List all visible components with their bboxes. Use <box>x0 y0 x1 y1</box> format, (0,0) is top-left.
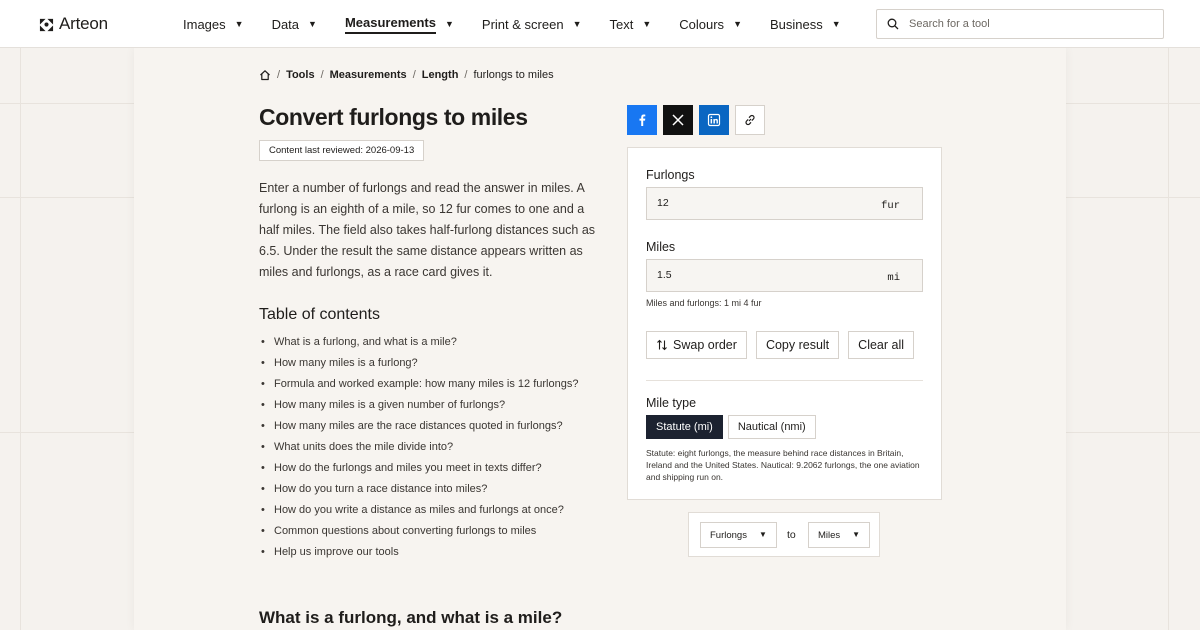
breadcrumb-current: furlongs to miles <box>473 69 554 81</box>
intro-text: Enter a number of furlongs and read the … <box>259 181 596 279</box>
main-nav: Images ▼ Data ▼ Measurements ▼ Print & s… <box>183 0 869 48</box>
share-linkedin-button[interactable] <box>699 105 729 135</box>
brand-name: Arteon <box>59 14 108 33</box>
copy-link-button[interactable] <box>735 105 765 135</box>
nav-label: Business <box>769 16 823 32</box>
swap-order-label: Swap order <box>673 338 737 352</box>
linkedin-icon <box>707 113 721 127</box>
toc-item[interactable]: How many miles is a given number of furl… <box>259 395 599 416</box>
to-unit-value: Miles <box>818 529 841 541</box>
chevron-down-icon: ▼ <box>572 18 582 29</box>
nav-item-colours[interactable]: Colours ▼ <box>679 0 742 48</box>
to-word: to <box>787 529 796 541</box>
article-content: Convert furlongs to miles Content last r… <box>259 100 599 563</box>
share-x-button[interactable] <box>663 105 693 135</box>
breadcrumb-separator: / <box>277 69 281 81</box>
breadcrumb-separator: / <box>464 69 468 81</box>
nav-item-images[interactable]: Images ▼ <box>183 0 244 48</box>
home-icon[interactable] <box>259 69 271 81</box>
link-icon <box>745 114 755 126</box>
miles-input[interactable] <box>657 269 857 281</box>
toc-item[interactable]: Common questions about converting furlon… <box>259 521 599 542</box>
nav-label: Text <box>609 16 634 32</box>
mile-type-statute[interactable]: Statute (mi) <box>646 415 723 439</box>
furlongs-input[interactable] <box>657 197 857 209</box>
toc-item[interactable]: How do the furlongs and miles you meet i… <box>259 458 599 479</box>
share-bar <box>627 105 765 135</box>
logo-icon <box>39 18 54 31</box>
mile-type-nautical[interactable]: Nautical (nmi) <box>727 415 816 439</box>
miles-label: Miles <box>646 240 676 254</box>
to-unit-select[interactable]: Miles ▼ <box>808 522 871 548</box>
toc-title: Table of contents <box>259 306 380 323</box>
x-icon <box>672 114 684 126</box>
search-box[interactable] <box>876 9 1164 39</box>
converter-card: Furlongs fur Miles mi Miles and furlongs… <box>627 147 942 500</box>
unit-switcher: Furlongs ▼ to Miles ▼ <box>688 512 880 557</box>
breadcrumb-separator: / <box>320 69 324 81</box>
chevron-down-icon: ▼ <box>831 18 841 29</box>
from-unit-value: Furlongs <box>710 529 747 541</box>
swap-icon <box>657 339 667 351</box>
miles-field[interactable]: mi <box>646 259 923 292</box>
reviewed-badge: Content last reviewed: 2026-09-13 <box>259 140 425 161</box>
converter-actions: Swap order Copy result Clear all <box>646 331 915 359</box>
nav-label: Colours <box>679 16 725 32</box>
top-header: Arteon Images ▼ Data ▼ Measurements ▼ Pr… <box>0 0 1200 48</box>
toc-list: What is a furlong, and what is a mile? H… <box>259 332 599 563</box>
facebook-icon <box>639 114 646 126</box>
brand-logo[interactable]: Arteon <box>39 14 108 34</box>
chevron-down-icon: ▼ <box>852 530 861 539</box>
toc-item[interactable]: What is a furlong, and what is a mile? <box>259 332 599 353</box>
mile-type-label: Mile type <box>646 396 697 410</box>
furlongs-unit: fur <box>881 200 900 212</box>
breadcrumb-tools[interactable]: Tools <box>286 69 315 81</box>
breadcrumb: / Tools / Measurements / Length / furlon… <box>259 69 554 81</box>
nav-label: Print & screen <box>481 16 564 32</box>
chevron-down-icon: ▼ <box>733 18 742 29</box>
toc-item[interactable]: What units does the mile divide into? <box>259 437 599 458</box>
toc-item[interactable]: How do you turn a race distance into mil… <box>259 479 599 500</box>
mile-type-toggle: Statute (mi) Nautical (nmi) <box>646 415 816 439</box>
nav-item-data[interactable]: Data ▼ <box>272 0 317 48</box>
furlongs-field[interactable]: fur <box>646 187 923 220</box>
share-facebook-button[interactable] <box>627 105 657 135</box>
from-unit-select[interactable]: Furlongs ▼ <box>700 522 777 548</box>
chevron-down-icon: ▼ <box>308 18 317 29</box>
toc-item[interactable]: Formula and worked example: how many mil… <box>259 374 599 395</box>
copy-result-button[interactable]: Copy result <box>755 331 840 359</box>
toc-item[interactable]: How many miles is a furlong? <box>259 353 599 374</box>
section-heading: What is a furlong, and what is a mile? <box>259 608 563 627</box>
toc-item[interactable]: How do you write a distance as miles and… <box>259 500 599 521</box>
toc-item[interactable]: Help us improve our tools <box>259 542 599 563</box>
page-title: Convert furlongs to miles <box>259 104 528 130</box>
nav-item-measurements[interactable]: Measurements ▼ <box>344 0 454 48</box>
nav-item-business[interactable]: Business ▼ <box>770 0 841 48</box>
search-icon <box>887 18 899 30</box>
miles-unit: mi <box>887 272 900 284</box>
swap-order-button[interactable]: Swap order <box>646 331 747 359</box>
clear-all-button[interactable]: Clear all <box>848 331 915 359</box>
divider <box>646 380 923 381</box>
nav-label: Data <box>271 16 300 32</box>
nav-label: Measurements <box>344 15 436 34</box>
chevron-down-icon: ▼ <box>445 18 454 29</box>
breadcrumb-separator: / <box>412 69 416 81</box>
breadcrumb-measurements[interactable]: Measurements <box>330 69 407 81</box>
chevron-down-icon: ▼ <box>234 18 244 29</box>
chevron-down-icon: ▼ <box>642 18 652 29</box>
nav-label: Images <box>183 16 226 32</box>
nav-item-text[interactable]: Text ▼ <box>610 0 652 48</box>
furlongs-label: Furlongs <box>646 168 695 182</box>
mile-type-note: Statute: eight furlongs, the measure beh… <box>646 448 920 482</box>
toc-item[interactable]: How many miles are the race distances qu… <box>259 416 599 437</box>
search-input[interactable] <box>909 18 1149 30</box>
nav-item-print-screen[interactable]: Print & screen ▼ <box>482 0 582 48</box>
miles-furlongs-result: Miles and furlongs: 1 mi 4 fur <box>646 298 762 308</box>
breadcrumb-length[interactable]: Length <box>422 69 459 81</box>
chevron-down-icon: ▼ <box>758 530 767 539</box>
